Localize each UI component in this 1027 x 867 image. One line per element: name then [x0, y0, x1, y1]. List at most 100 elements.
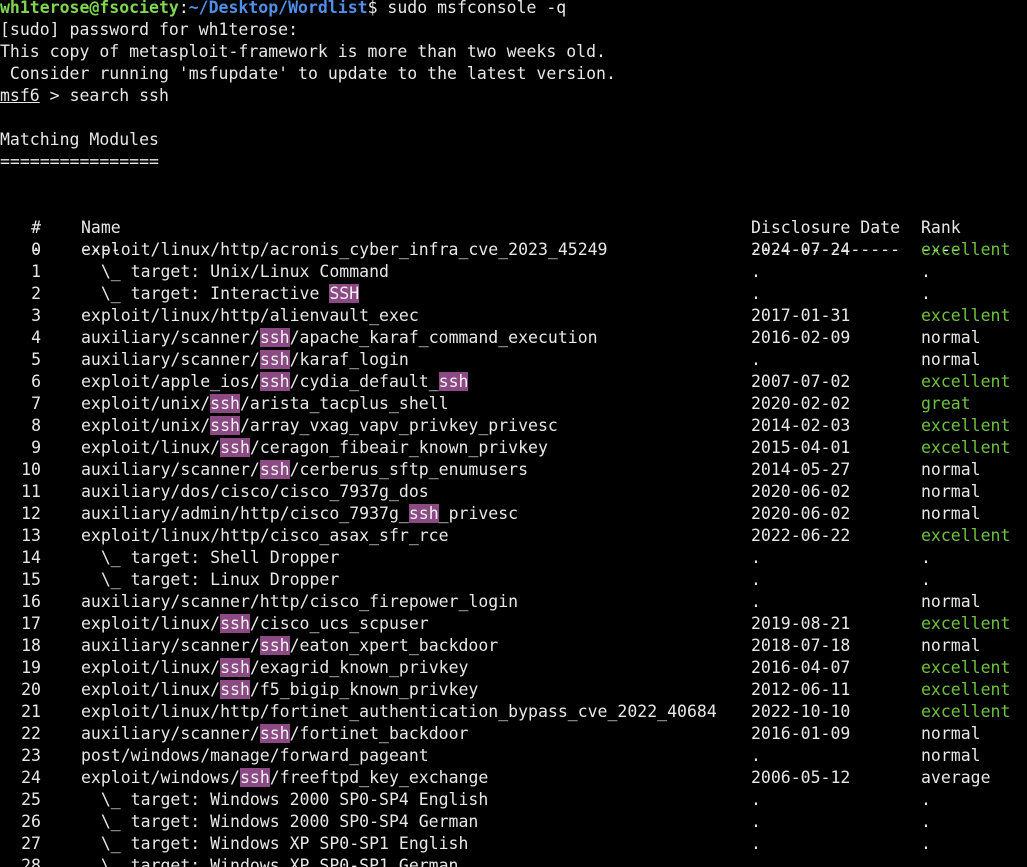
table-row: 10 auxiliary/scanner/ssh/cerberus_sftp_en…: [0, 459, 1027, 481]
table-row: 11 auxiliary/dos/cisco/cisco_7937g_dos 202…: [0, 481, 1027, 503]
module-number: 2: [31, 284, 41, 303]
module-name: auxiliary/scanner/ssh/apache_karaf_comma…: [81, 328, 598, 347]
disclosure-date: .: [751, 812, 761, 831]
module-name: exploit/unix/ssh/array_vxag_vapv_privkey…: [81, 416, 558, 435]
disclosure-date: .: [751, 834, 761, 853]
table-row: 16 auxiliary/scanner/http/cisco_firepower…: [0, 591, 1027, 613]
disclosure-date: 2007-07-02: [751, 372, 851, 391]
shell-command: sudo msfconsole -q: [377, 0, 567, 17]
table-row: 12 auxiliary/admin/http/cisco_7937g_ssh_p…: [0, 503, 1027, 525]
disclosure-date: .: [751, 746, 761, 765]
module-number: 3: [31, 306, 41, 325]
module-name: post/windows/manage/forward_pageant: [81, 746, 429, 765]
table-row: 19 exploit/linux/ssh/exagrid_known_privke…: [0, 657, 1027, 679]
module-number: 7: [31, 394, 41, 413]
table-row: 4 auxiliary/scanner/ssh/apache_karaf_comm…: [0, 327, 1027, 349]
module-rank: .: [921, 284, 931, 303]
module-name: \_ target: Shell Dropper: [81, 548, 340, 567]
sudo-password-line: [sudo] password for wh1terose:: [0, 20, 299, 39]
module-rank: excellent: [921, 702, 1011, 721]
module-number: 27: [21, 834, 41, 853]
module-rank: excellent: [921, 526, 1011, 545]
table-row: 25 \_ target: Windows 2000 SP0-SP4 Engli…: [0, 789, 1027, 811]
table-row: 18 auxiliary/scanner/ssh/eaton_xpert_back…: [0, 635, 1027, 657]
module-number: 4: [31, 328, 41, 347]
disclosure-date: .: [751, 262, 761, 281]
module-number: 1: [31, 262, 41, 281]
module-number: 0: [31, 240, 41, 259]
module-number: 24: [21, 768, 41, 787]
table-row: 9 exploit/linux/ssh/ceragon_fibeair_known…: [0, 437, 1027, 459]
module-name: \_ target: Windows 2000 SP0-SP4 German: [81, 812, 479, 831]
search-match-highlight: ssh: [210, 416, 240, 435]
table-row: 7 exploit/unix/ssh/arista_tacplus_shell 20…: [0, 393, 1027, 415]
module-number: 5: [31, 350, 41, 369]
disclosure-date: 2016-04-07: [751, 658, 851, 677]
module-rank: normal: [921, 350, 981, 369]
module-name: exploit/linux/http/fortinet_authenticati…: [81, 702, 717, 721]
module-rank: .: [921, 548, 931, 567]
module-number: 13: [21, 526, 41, 545]
module-name: \_ target: Windows 2000 SP0-SP4 English: [81, 790, 489, 809]
table-row: 20 exploit/linux/ssh/f5_bigip_known_privk…: [0, 679, 1027, 701]
module-name: \_ target: Linux Dropper: [81, 570, 340, 589]
module-rank: normal: [921, 328, 981, 347]
search-match-highlight: ssh: [220, 438, 250, 457]
module-name: \_ target: Windows XP SP0-SP1 English: [81, 834, 469, 853]
prompt-path: ~/Desktop/Wordlist: [188, 0, 368, 17]
table-header: # Name Disclosure Date Rank: [0, 195, 1027, 237]
disclosure-date: 2015-04-01: [751, 438, 851, 457]
table-row: 5 auxiliary/scanner/ssh/karaf_login. norma…: [0, 349, 1027, 371]
disclosure-date: 2022-06-22: [751, 526, 851, 545]
table-header-separator: - ---- --------------- ----: [0, 217, 1027, 259]
module-name: auxiliary/scanner/ssh/eaton_xpert_backdo…: [81, 636, 499, 655]
search-match-highlight: ssh: [259, 328, 290, 347]
search-match-highlight: ssh: [259, 636, 290, 655]
search-match-highlight: ssh: [438, 372, 469, 391]
disclosure-date: 2022-10-10: [751, 702, 851, 721]
disclosure-date: 2006-05-12: [751, 768, 851, 787]
module-name: exploit/unix/ssh/arista_tacplus_shell: [81, 394, 449, 413]
module-name: auxiliary/scanner/ssh/cerberus_sftp_enum…: [81, 460, 529, 479]
msf-command: search ssh: [69, 86, 169, 105]
module-number: 14: [21, 548, 41, 567]
module-rank: .: [921, 570, 931, 589]
module-rank: .: [921, 812, 931, 831]
search-match-highlight: ssh: [408, 504, 439, 523]
module-rank: normal: [921, 592, 981, 611]
module-name: exploit/linux/http/acronis_cyber_infra_c…: [81, 240, 608, 259]
disclosure-date: .: [751, 350, 761, 369]
table-row: 6 exploit/apple_ios/ssh/cydia_default_ssh…: [0, 371, 1027, 393]
module-number: 22: [21, 724, 41, 743]
table-row: 15 \_ target: Linux Dropper..: [0, 569, 1027, 591]
table-row: 26 \_ target: Windows 2000 SP0-SP4 Germa…: [0, 811, 1027, 833]
terminal-window[interactable]: wh1terose@fsociety:~/Desktop/Wordlist$ s…: [0, 0, 1027, 867]
module-rank: excellent: [921, 372, 1011, 391]
search-match-highlight: ssh: [210, 394, 240, 413]
search-match-highlight: ssh: [259, 350, 290, 369]
disclosure-date: 2024-07-24: [751, 240, 851, 259]
module-rank: normal: [921, 460, 981, 479]
module-number: 28: [21, 856, 41, 867]
table-row: 3 exploit/linux/http/alienvault_exec 2017-…: [0, 305, 1027, 327]
disclosure-date: 2020-06-02: [751, 482, 851, 501]
disclosure-date: .: [751, 284, 761, 303]
module-rank: great: [921, 394, 971, 413]
search-match-highlight: ssh: [220, 658, 250, 677]
module-name: auxiliary/scanner/ssh/fortinet_backdoor: [81, 724, 469, 743]
module-name: exploit/linux/http/cisco_asax_sfr_rce: [81, 526, 449, 545]
table-row: 22 auxiliary/scanner/ssh/fortinet_backdoo…: [0, 723, 1027, 745]
module-rank: excellent: [921, 438, 1011, 457]
msf-prompt-line: msf6 > search ssh: [0, 85, 1027, 107]
disclosure-date: .: [751, 856, 761, 867]
prompt-colon: :: [178, 0, 189, 17]
search-match-highlight: ssh: [220, 680, 250, 699]
search-match-highlight: ssh: [259, 724, 290, 743]
disclosure-date: 2019-08-21: [751, 614, 851, 633]
module-number: 23: [21, 746, 41, 765]
module-rank: excellent: [921, 240, 1011, 259]
module-number: 20: [21, 680, 41, 699]
module-table-body: 0 exploit/linux/http/acronis_cyber_infra_…: [0, 239, 1027, 867]
